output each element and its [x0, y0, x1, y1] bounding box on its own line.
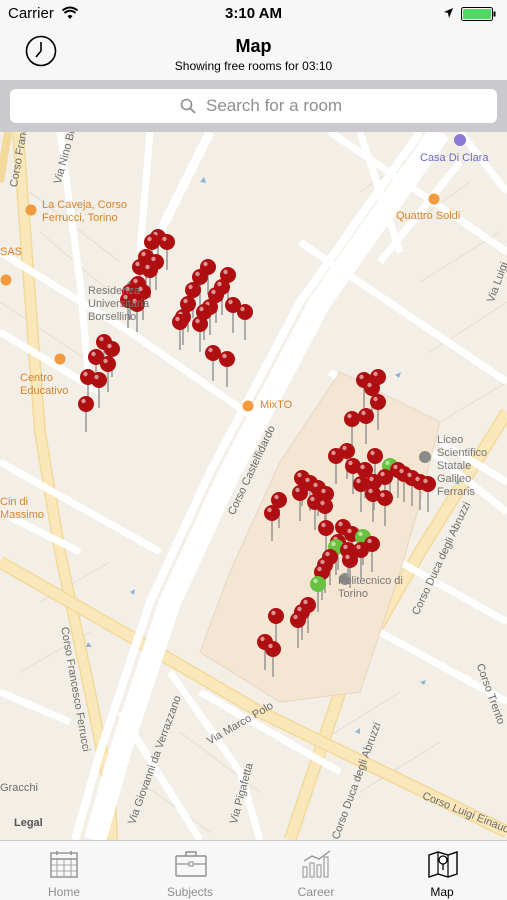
map-view[interactable]: Via Nino Bixio Corso Francia Corso Caste… [0, 132, 507, 840]
poi-marker [0, 274, 12, 286]
battery-icon [461, 7, 496, 21]
calendar-icon [50, 851, 78, 878]
poi-label: Residenza Universitaria Borsellino [88, 285, 150, 323]
status-bar: Carrier 3:10 AM [0, 0, 507, 28]
search-input[interactable]: Search for a room [10, 89, 497, 123]
poi-label: Centro Educativo [20, 372, 69, 397]
poi-marker [419, 451, 431, 463]
poi-marker [428, 193, 440, 205]
tab-career[interactable]: Career [253, 841, 379, 900]
poi-label: Cin di Massimo [0, 496, 45, 521]
tab-home[interactable]: Home [1, 841, 127, 900]
tab-label: Subjects [166, 885, 214, 899]
room-pin[interactable] [219, 351, 235, 387]
chart-icon [302, 850, 331, 878]
navigation-bar: Map Showing free rooms for 03:10 [0, 28, 507, 80]
tab-label: Career [297, 885, 335, 899]
poi-label: Quattro Soldi [396, 210, 461, 222]
briefcase-icon [175, 851, 207, 877]
page-subtitle: Showing free rooms for 03:10 [174, 59, 333, 73]
room-pin[interactable] [237, 304, 253, 340]
tab-subjects[interactable]: Subjects [127, 841, 253, 900]
tab-label: Home [47, 885, 80, 899]
search-placeholder: Search for a room [206, 96, 343, 115]
poi-label: Politecnico di Torino [338, 575, 403, 600]
room-pin[interactable] [78, 396, 94, 432]
location-arrow-icon [444, 8, 453, 18]
room-pin[interactable] [192, 316, 208, 352]
search-bar: Search for a room [0, 80, 507, 132]
legal-link[interactable]: Legal [14, 817, 43, 829]
map-icon [428, 851, 458, 878]
status-time: 3:10 AM [225, 5, 282, 22]
tab-label: Map [430, 885, 454, 899]
street-label: Gracchi [0, 782, 38, 794]
poi-label: Casa Di Clara [420, 152, 489, 164]
search-icon [180, 98, 196, 114]
tab-map[interactable]: Map [379, 841, 505, 900]
page-title: Map [235, 36, 272, 56]
poi-label: SAS [0, 246, 23, 258]
room-pin[interactable] [172, 314, 188, 350]
poi-marker [242, 400, 254, 412]
poi-marker [454, 134, 466, 146]
poi-label: La Caveja, Corso Ferrucci, Torino [42, 199, 127, 224]
tab-bar: Home Subjects Career Map [0, 840, 507, 900]
room-pin[interactable] [205, 345, 221, 381]
poi-label: MixTO [260, 399, 293, 411]
poi-marker [25, 204, 37, 216]
poi-marker [54, 353, 66, 365]
poi-label: Liceo Scientifico Statale Galileo Ferrar… [437, 434, 488, 498]
